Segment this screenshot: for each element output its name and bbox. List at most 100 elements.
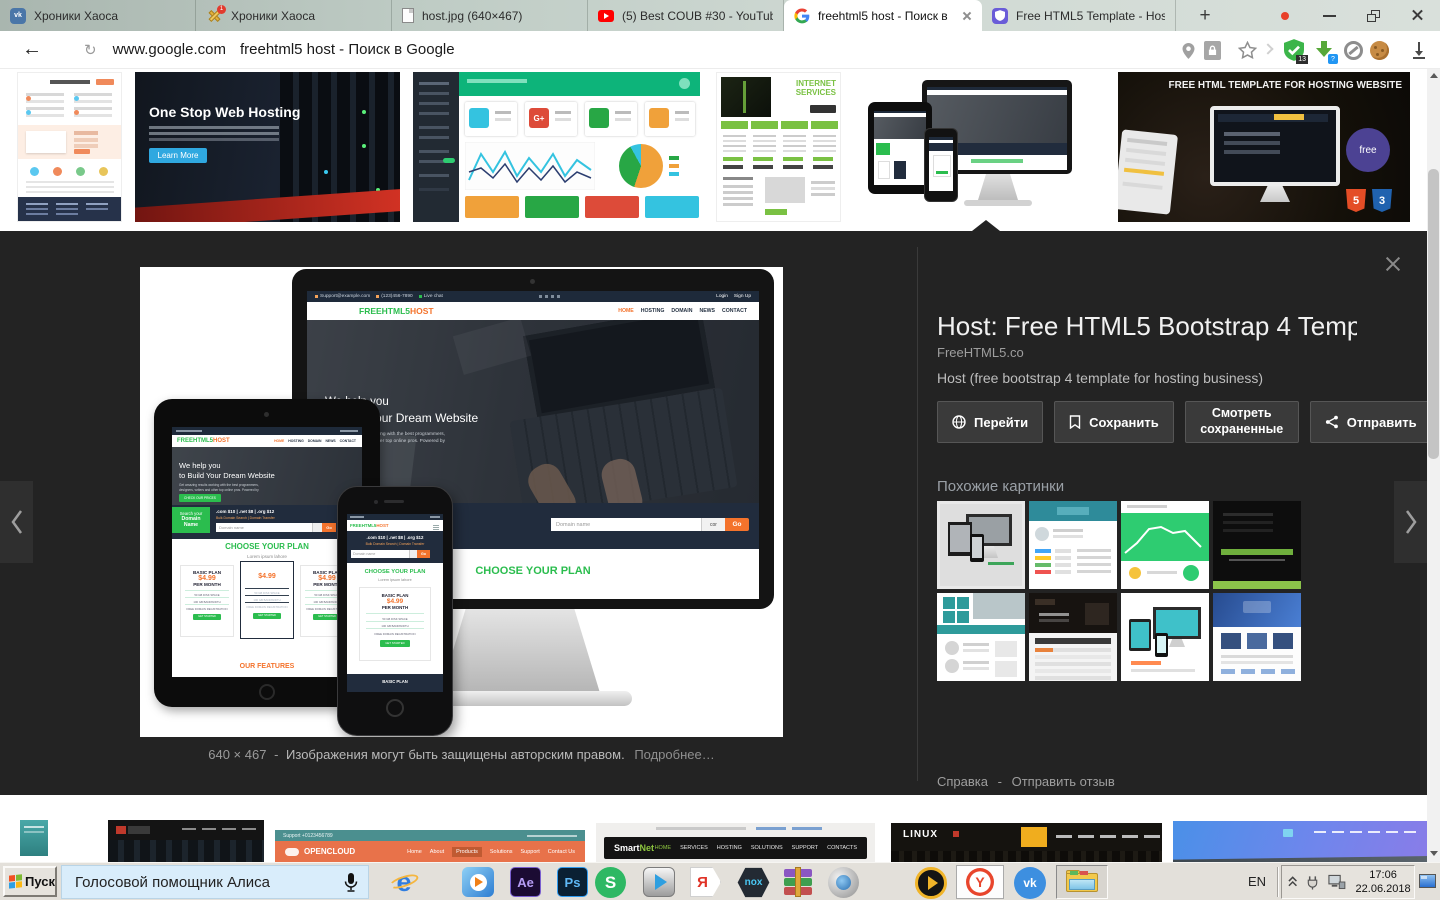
address-bar: ← ↻ www.google.com freehtml5 host - Поис… [0,31,1440,69]
winrar-icon[interactable] [783,867,813,897]
back-icon[interactable]: ← [22,38,42,61]
result-thumbnail-smartnet[interactable]: SmartNet HOME SERVICES HOSTING SOLUTIONS… [596,823,875,862]
view-saved-button[interactable]: Смотреть сохраненные [1185,401,1299,443]
close-button[interactable] [1400,0,1434,31]
after-effects-icon[interactable]: Ae [510,867,541,897]
url-domain[interactable]: www.google.com [113,41,226,58]
adguard-icon[interactable] [1344,41,1363,60]
tab-game-chronicles[interactable]: 1 Хроники Хаоса [196,0,392,31]
aimp-icon[interactable] [915,867,947,899]
browser-menu-icon[interactable] [1266,0,1300,31]
lock-icon[interactable] [1204,41,1221,60]
thumb-title: INTERNET SERVICES [774,79,836,97]
scroll-up-arrow[interactable] [1430,73,1438,78]
visit-button[interactable]: Перейти [937,401,1043,443]
related-thumbnail[interactable] [937,593,1025,681]
alice-search-input[interactable]: Голосовой помощник Алиса [61,865,369,899]
scroll-down-arrow[interactable] [1430,851,1438,856]
result-thumbnail-green-hosting[interactable]: INTERNET SERVICES [716,72,841,222]
tab-youtube[interactable]: (5) Best COUB #30 - YouTub [588,0,784,31]
html5-icon: 5 [1346,189,1366,212]
result-thumbnail-server[interactable]: One Stop Web Hosting Learn More [135,72,400,222]
feedback-link[interactable]: Отправить отзыв [1012,774,1115,789]
related-thumbnail-selected[interactable] [937,501,1025,589]
related-thumbnail[interactable] [1213,501,1301,589]
reload-icon[interactable]: ↻ [84,41,97,59]
tray-clock[interactable]: 17:06 22.06.2018 [1352,868,1414,897]
css3-icon: 3 [1372,189,1392,212]
related-thumbnail[interactable] [1121,501,1209,589]
tab-host-jpg[interactable]: host.jpg (640×467) [392,0,588,31]
close-preview-icon[interactable] [1382,253,1404,275]
save-button[interactable]: Сохранить [1054,401,1174,443]
yandex-icon[interactable]: Я [690,867,721,897]
related-thumbnail[interactable] [1121,593,1209,681]
tablet-hero: We help you to Build Your Dream Website … [172,447,362,505]
youtube-icon [598,10,614,22]
previous-image-button[interactable] [0,481,33,563]
result-title[interactable]: Host: Free HTML5 Bootstrap 4 Templat… [937,311,1357,342]
download-icon[interactable] [1410,41,1428,60]
result-thumbnail-blue-site[interactable] [1173,821,1430,862]
microphone-icon[interactable] [344,872,358,893]
cookie-icon[interactable] [1370,41,1389,60]
tray-expand-icon[interactable] [1288,876,1297,888]
pricing-card: BASIC PLAN $4.99 PER MONTH 50 GB DISK SP… [180,565,234,637]
page-scrollbar[interactable] [1427,69,1440,862]
restore-button[interactable] [1356,0,1390,31]
preview-image[interactable]: Support@example.com (123)456-7890 Live c… [140,267,783,737]
tab-free-html5-template[interactable]: Free HTML5 Template - Hos [982,0,1176,31]
phone-screen: FREEHTML5HOST .com $10 | .net $8 | .org … [347,514,443,692]
result-thumbnail-opencloud[interactable]: Support +0123456789 OPENCLOUD Home About… [275,830,585,862]
result-thumbnail-1[interactable] [17,72,122,222]
network-icon[interactable] [1328,874,1346,890]
tab-google-search-active[interactable]: freehtml5 host - Поиск в [784,0,982,31]
result-thumbnail-selected-mockup[interactable] [860,72,1110,222]
mockup-nav-item: CONTACT [722,308,747,314]
mpc-icon[interactable] [828,867,859,898]
next-image-button[interactable] [1394,481,1427,563]
mini-tablet [868,102,932,194]
mini-phone [924,128,958,202]
language-indicator[interactable]: EN [1248,874,1266,889]
nox-icon[interactable]: nox [737,867,770,898]
bookmark-star-icon[interactable] [1238,41,1257,59]
extension-shield-icon[interactable]: 13 [1284,39,1306,63]
share-button[interactable]: Отправить [1310,401,1432,443]
media-player-icon[interactable] [462,867,494,897]
potplayer-icon[interactable] [643,867,675,897]
show-desktop-icon[interactable] [1419,874,1436,888]
related-thumbnail[interactable] [1213,593,1301,681]
vk-app-icon[interactable]: vk [1014,867,1046,899]
result-source[interactable]: FreeHTML5.co [937,345,1024,360]
result-thumbnail-small[interactable] [20,820,48,856]
extension-savefrom-icon[interactable]: ? [1314,39,1336,63]
caption-more-link[interactable]: Подробнее… [634,747,714,762]
yandex-browser-icon-active[interactable]: Y [956,865,1004,899]
protect-divider-icon [1262,43,1273,54]
file-explorer-icon-active[interactable] [1056,865,1108,899]
tab-badge: 1 [217,5,226,14]
tablet-home-button [259,684,275,700]
related-thumbnail[interactable] [1029,501,1117,589]
power-plug-icon[interactable] [1305,874,1321,891]
scrollbar-thumb[interactable] [1428,169,1439,459]
result-thumbnail-free-template[interactable]: FREE HTML TEMPLATE FOR HOSTING WEBSITE f… [1118,72,1410,222]
result-thumbnail-dashboard[interactable]: G+ [413,72,700,222]
green-s-app-icon[interactable]: S [595,867,626,898]
tab-close-icon[interactable] [962,11,972,21]
mockup-login: Login [716,294,728,299]
result-thumbnail-dark-site[interactable] [108,820,264,862]
result-thumbnail-linux[interactable]: LINUX [891,823,1162,862]
new-tab-button[interactable]: + [1190,0,1220,31]
internet-explorer-icon[interactable]: e [388,867,420,897]
related-thumbnail[interactable] [1029,593,1117,681]
minimize-button[interactable] [1312,0,1346,31]
tab-title: host.jpg (640×467) [422,9,577,23]
photoshop-icon[interactable]: Ps [557,867,588,897]
start-button[interactable]: Пуск [3,866,57,897]
help-link[interactable]: Справка [937,774,988,789]
tab-vk-chronicles[interactable]: vk Хроники Хаоса [0,0,196,31]
location-pin-icon[interactable] [1182,43,1195,59]
url-query[interactable]: freehtml5 host - Поиск в Google [240,41,455,58]
